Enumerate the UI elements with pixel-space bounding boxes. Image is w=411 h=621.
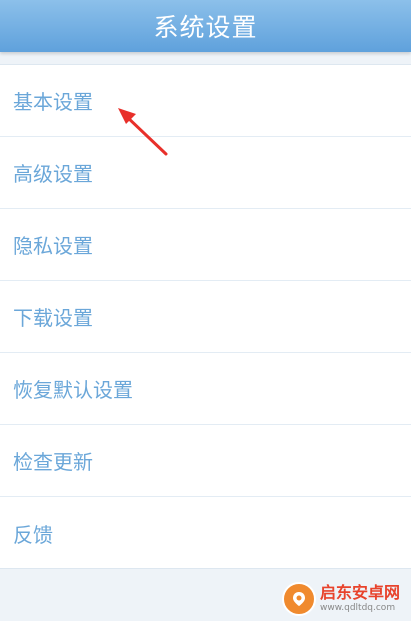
menu-item-label: 隐私设置 [13, 234, 93, 258]
settings-menu: 基本设置 高级设置 隐私设置 下载设置 恢复默认设置 检查更新 反馈 [0, 64, 411, 569]
watermark-url: www.qdltdq.com [320, 603, 396, 613]
watermark: 启东安卓网 www.qdltdq.com [282, 580, 408, 618]
menu-item-label: 反馈 [13, 523, 53, 547]
page-title: 系统设置 [153, 13, 258, 42]
menu-item-basic-settings[interactable]: 基本设置 [0, 65, 411, 137]
menu-item-privacy-settings[interactable]: 隐私设置 [0, 209, 411, 281]
title-bar: 系统设置 [0, 0, 411, 52]
menu-item-restore-defaults[interactable]: 恢复默认设置 [0, 353, 411, 425]
menu-item-label: 恢复默认设置 [13, 378, 133, 402]
menu-item-advanced-settings[interactable]: 高级设置 [0, 137, 411, 209]
menu-item-label: 检查更新 [13, 450, 93, 474]
menu-item-download-settings[interactable]: 下载设置 [0, 281, 411, 353]
menu-item-label: 高级设置 [13, 162, 93, 186]
menu-item-feedback[interactable]: 反馈 [0, 497, 411, 570]
watermark-name: 启东安卓网 [320, 583, 401, 602]
menu-item-label: 下载设置 [13, 306, 93, 330]
menu-item-check-updates[interactable]: 检查更新 [0, 425, 411, 497]
watermark-logo-icon [282, 582, 316, 616]
menu-item-label: 基本设置 [13, 90, 93, 114]
